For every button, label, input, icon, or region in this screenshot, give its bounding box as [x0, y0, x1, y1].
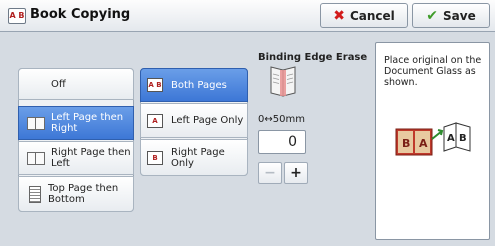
svg-text:B: B [402, 137, 410, 150]
cancel-button[interactable]: ✖ Cancel [320, 3, 408, 28]
option-label: Both Pages [171, 79, 227, 91]
save-button-label: Save [443, 8, 476, 23]
both-pages-icon: A B [147, 78, 163, 92]
option-right-page-then-left[interactable]: Right Page then Left [18, 141, 134, 175]
left-page-icon: A [147, 113, 163, 128]
option-label: Left Page then Right [51, 112, 124, 134]
option-right-page-only[interactable]: B Right Page Only [140, 139, 248, 176]
title-bar: A B Book Copying ✖ Cancel ✔ Save [0, 0, 495, 32]
right-page-icon: B [147, 150, 163, 165]
option-left-page-then-right[interactable]: Left Page then Right [18, 106, 134, 140]
option-off[interactable]: Off [18, 68, 134, 100]
range-label: 0↔50mm [258, 114, 305, 125]
option-left-page-only[interactable]: A Left Page Only [140, 103, 248, 138]
option-top-page-then-bottom[interactable]: Top Page then Bottom [18, 176, 134, 212]
instruction-text: Place original on the Document Glass as … [384, 55, 482, 88]
checkmark-icon: ✔ [426, 7, 439, 24]
binding-book-icon [270, 66, 296, 97]
option-label: Right Page Only [171, 146, 225, 169]
svg-text:B: B [459, 133, 467, 144]
option-label: Right Page then Left [51, 147, 131, 169]
open-book-icon [27, 116, 45, 130]
document-glass-illustration-icon: B A A B [395, 122, 471, 156]
cancel-button-label: Cancel [349, 8, 395, 23]
svg-text:A: A [419, 137, 428, 150]
binding-edge-value-field[interactable]: 0 [258, 130, 306, 154]
instruction-panel: Place original on the Document Glass as … [375, 42, 490, 240]
document-icon [29, 185, 41, 203]
binding-edge-erase-label: Binding Edge Erase [258, 52, 368, 63]
close-icon: ✖ [333, 7, 345, 24]
book-copy-icon: A B [8, 8, 26, 24]
svg-text:A: A [447, 133, 455, 144]
decrement-button[interactable]: − [258, 162, 282, 184]
option-both-pages[interactable]: A B Both Pages [140, 68, 248, 102]
option-label: Off [51, 78, 66, 90]
page-title: Book Copying [30, 7, 131, 22]
option-label: Top Page then Bottom [48, 183, 119, 205]
option-label: Left Page Only [171, 115, 244, 126]
save-button[interactable]: ✔ Save [412, 3, 490, 28]
open-book-icon [27, 151, 45, 165]
increment-button[interactable]: + [284, 162, 308, 184]
